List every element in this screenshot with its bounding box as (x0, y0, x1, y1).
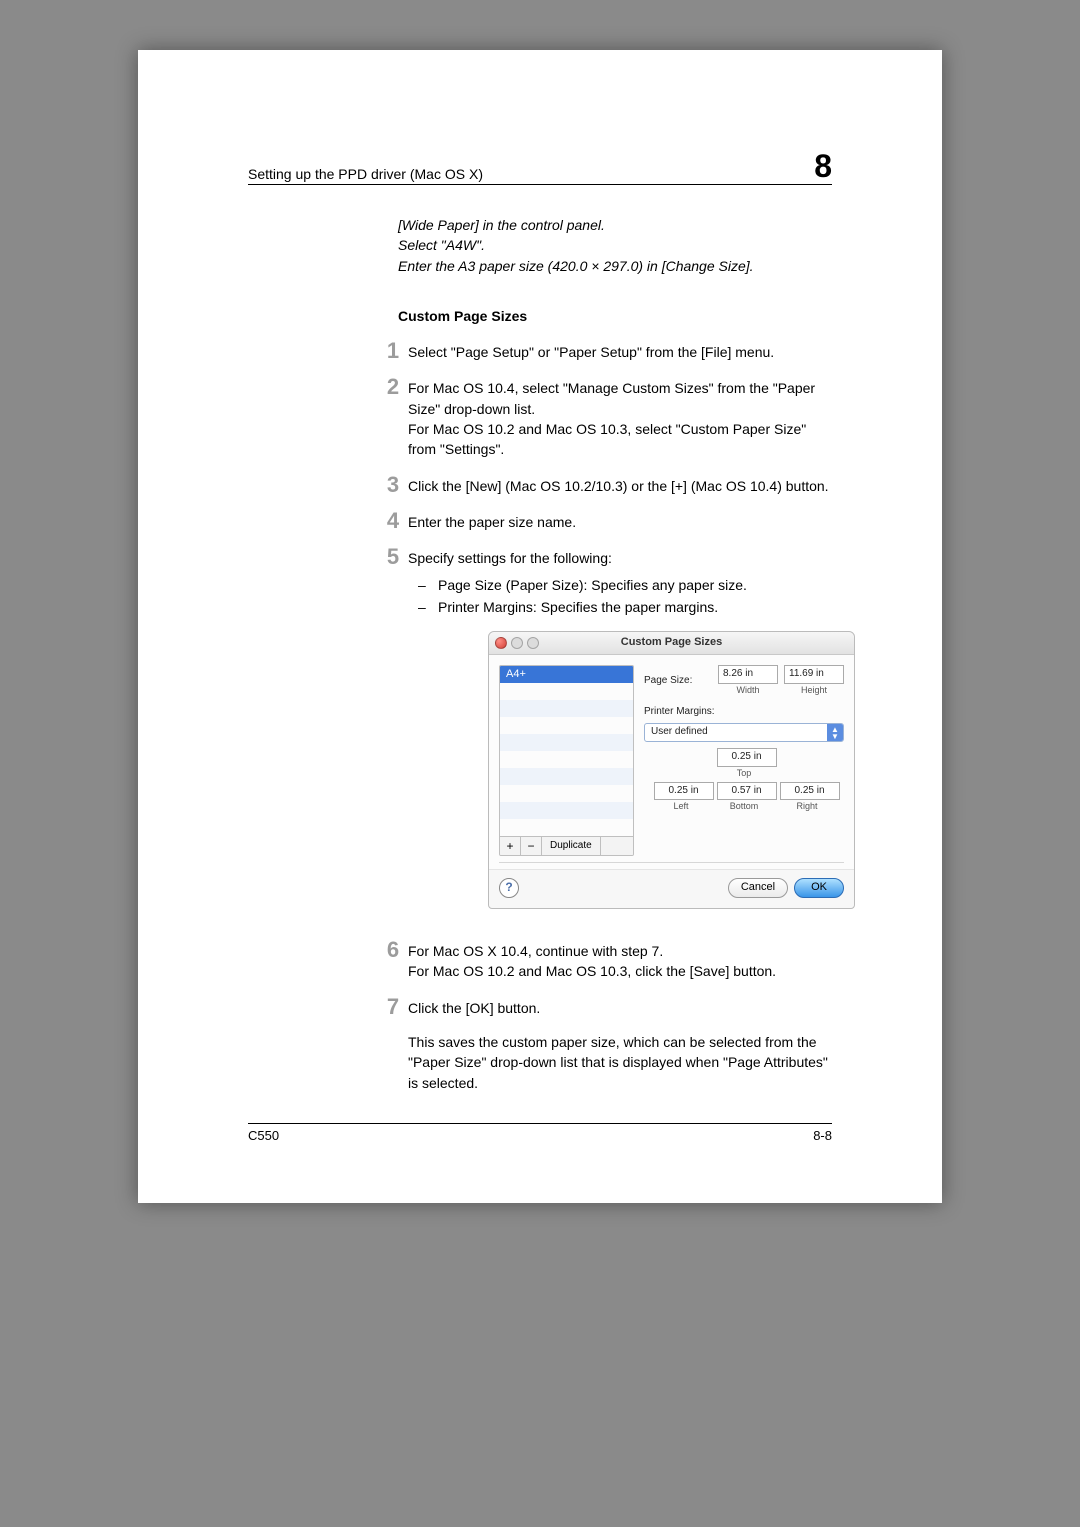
header-left: Setting up the PPD driver (Mac OS X) (248, 166, 483, 182)
margin-right-label: Right (780, 800, 835, 813)
dialog-window: Custom Page Sizes A4+ (488, 631, 855, 909)
step-1-number: 1 (378, 340, 408, 362)
size-list-item-selected[interactable]: A4+ (500, 666, 633, 683)
step-1-text: Select "Page Setup" or "Paper Setup" fro… (408, 340, 832, 362)
page-header: Setting up the PPD driver (Mac OS X) 8 (248, 150, 832, 185)
chapter-number: 8 (814, 150, 832, 182)
footer-right: 8-8 (813, 1128, 832, 1143)
step-7-followup: This saves the custom paper size, which … (408, 1032, 832, 1093)
page-sheet: Setting up the PPD driver (Mac OS X) 8 [… (138, 50, 942, 1203)
section-title: Custom Page Sizes (398, 306, 832, 326)
margin-left-label: Left (654, 800, 709, 813)
remove-size-button[interactable]: − (521, 837, 542, 855)
cancel-button[interactable]: Cancel (728, 878, 788, 898)
page-footer: C550 8-8 (248, 1123, 832, 1143)
margin-bottom-label: Bottom (717, 800, 772, 813)
dropdown-arrows-icon: ▲▼ (827, 724, 843, 741)
step-6: 6 For Mac OS X 10.4, continue with step … (378, 939, 832, 982)
step-2: 2 For Mac OS 10.4, select "Manage Custom… (378, 376, 832, 459)
duplicate-button[interactable]: Duplicate (542, 837, 601, 855)
sublist-item-2: Printer Margins: Specifies the paper mar… (408, 597, 855, 617)
step-6-line-2: For Mac OS 10.2 and Mac OS 10.3, click t… (408, 961, 832, 981)
dialog-title: Custom Page Sizes (489, 635, 854, 651)
step-6-number: 6 (378, 939, 408, 961)
step-7-number: 7 (378, 996, 408, 1018)
margins-dropdown-value: User defined (645, 725, 827, 740)
page-size-label: Page Size: (644, 674, 712, 689)
step-7: 7 Click the [OK] button. (378, 996, 832, 1018)
step-2-number: 2 (378, 376, 408, 398)
width-field[interactable]: 8.26 in (718, 665, 778, 684)
step-5: 5 Specify settings for the following: Pa… (378, 546, 832, 925)
step-6-line-1: For Mac OS X 10.4, continue with step 7. (408, 941, 832, 961)
ok-button[interactable]: OK (794, 878, 844, 898)
step-5-number: 5 (378, 546, 408, 568)
step-5-lead: Specify settings for the following: (408, 548, 855, 568)
note-block: [Wide Paper] in the control panel. Selec… (398, 215, 832, 276)
dialog-titlebar: Custom Page Sizes (489, 632, 854, 655)
width-sublabel: Width (718, 684, 778, 697)
step-4-number: 4 (378, 510, 408, 532)
margin-left-field[interactable]: 0.25 in (654, 782, 714, 801)
add-size-button[interactable]: + (500, 837, 521, 855)
margin-top-field[interactable]: 0.25 in (717, 748, 777, 767)
height-sublabel: Height (784, 684, 844, 697)
margins-dropdown[interactable]: User defined ▲▼ (644, 723, 844, 742)
step-7-text: Click the [OK] button. (408, 996, 832, 1018)
note-line-2: Select "A4W". (398, 235, 832, 255)
height-field[interactable]: 11.69 in (784, 665, 844, 684)
step-2-line-2: For Mac OS 10.2 and Mac OS 10.3, select … (408, 419, 832, 460)
help-button[interactable]: ? (499, 878, 519, 898)
margin-right-field[interactable]: 0.25 in (780, 782, 840, 801)
printer-margins-label: Printer Margins: (644, 705, 844, 720)
sublist-item-1: Page Size (Paper Size): Specifies any pa… (408, 575, 855, 595)
size-list[interactable]: A4+ + − Duplicate (499, 665, 634, 856)
step-2-line-1: For Mac OS 10.4, select "Manage Custom S… (408, 378, 832, 419)
note-line-1: [Wide Paper] in the control panel. (398, 215, 832, 235)
footer-left: C550 (248, 1128, 279, 1143)
step-3-number: 3 (378, 474, 408, 496)
margin-bottom-field[interactable]: 0.57 in (717, 782, 777, 801)
content-area: [Wide Paper] in the control panel. Selec… (338, 215, 832, 1093)
step-3: 3 Click the [New] (Mac OS 10.2/10.3) or … (378, 474, 832, 496)
step-4-text: Enter the paper size name. (408, 510, 832, 532)
step-4: 4 Enter the paper size name. (378, 510, 832, 532)
step-5-sublist: Page Size (Paper Size): Specifies any pa… (408, 575, 855, 618)
step-1: 1 Select "Page Setup" or "Paper Setup" f… (378, 340, 832, 362)
note-line-3: Enter the A3 paper size (420.0 × 297.0) … (398, 256, 832, 276)
step-3-text: Click the [New] (Mac OS 10.2/10.3) or th… (408, 474, 832, 496)
margin-top-label: Top (717, 767, 772, 780)
